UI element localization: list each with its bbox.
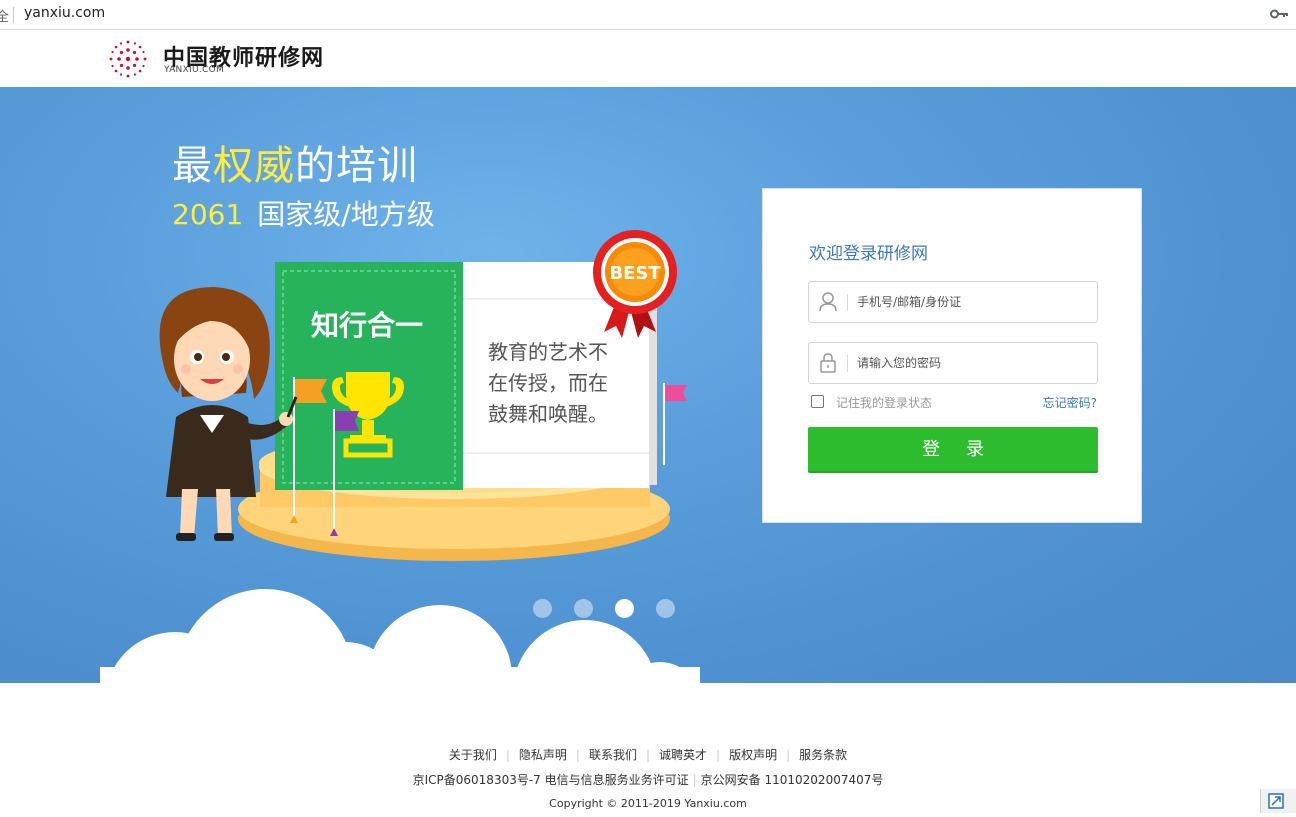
footer-link-about[interactable]: 关于我们 xyxy=(440,748,506,762)
clouds-decoration xyxy=(100,589,700,683)
footer-link-copyright[interactable]: 版权声明 xyxy=(720,748,786,762)
username-field[interactable] xyxy=(808,281,1098,323)
footer-link-terms[interactable]: 服务条款 xyxy=(790,748,856,762)
book-page-line3: 鼓舞和唤醒。 xyxy=(488,402,608,426)
logo-subtitle: YANXIU.COM xyxy=(164,65,225,75)
key-icon[interactable] xyxy=(1270,7,1288,21)
badge-text: BEST xyxy=(609,263,661,284)
login-panel: 欢迎登录研修网 记住我的登录状态 忘记密码? 登录 xyxy=(762,188,1142,523)
address-bar: 全 yanxiu.com xyxy=(0,0,1296,30)
user-icon xyxy=(819,292,837,312)
hero-banner: 最权威的培训 2061 国家级/地方级 知行合一 教育的艺术不 在传授，而在 鼓… xyxy=(0,87,1296,683)
book-page-line1: 教育的艺术不 xyxy=(488,340,608,364)
police-record[interactable]: 京公网安备 11010202007407号 xyxy=(701,773,884,787)
site-header: 中国教师研修网 YANXIU.COM xyxy=(0,31,1296,87)
banner-slogan: 最权威的培训 xyxy=(172,143,418,189)
password-field[interactable] xyxy=(808,342,1098,384)
footer-links: 关于我们 | 隐私声明 | 联系我们 | 诚聘英才 | 版权声明 | 服务条款 xyxy=(0,746,1296,763)
remember-checkbox[interactable] xyxy=(811,395,824,408)
password-input[interactable] xyxy=(857,351,1089,375)
login-button[interactable]: 登录 xyxy=(808,427,1098,473)
address-separator xyxy=(13,7,14,23)
login-title: 欢迎登录研修网 xyxy=(809,244,928,264)
remember-label: 记住我的登录状态 xyxy=(836,396,933,410)
forgot-password-link[interactable]: 忘记密码? xyxy=(1043,394,1097,411)
footer-link-careers[interactable]: 诚聘英才 xyxy=(650,748,716,762)
expand-icon xyxy=(1268,793,1284,809)
lock-icon xyxy=(820,353,836,373)
svg-text:教育的艺术不 在传授，而在 鼓舞和唤: 教育的艺术不 在传授，而在 鼓舞和唤醒。 xyxy=(488,340,614,426)
book-cover-text: 知行合一 xyxy=(311,309,423,342)
url-text[interactable]: yanxiu.com xyxy=(24,5,105,21)
banner-illustration: 知行合一 教育的艺术不 在传授，而在 鼓舞和唤醒。 BEST xyxy=(159,230,687,561)
footer-link-contact[interactable]: 联系我们 xyxy=(580,748,646,762)
book-page-line2: 在传授，而在 xyxy=(488,371,608,395)
logo-icon[interactable] xyxy=(106,37,150,81)
slogan-highlight: 权威 xyxy=(213,143,295,189)
icp-license[interactable]: 京ICP备06018303号-7 电信与信息服务业务许可证 xyxy=(413,773,689,787)
footer-link-privacy[interactable]: 隐私声明 xyxy=(510,748,576,762)
footer-icp: 京ICP备06018303号-7 电信与信息服务业务许可证 | 京公网安备 1101… xyxy=(412,773,884,787)
feedback-corner[interactable] xyxy=(1260,789,1296,813)
footer-copyright: Copyright © 2011-2019 Yanxiu.com xyxy=(549,797,747,810)
username-input[interactable] xyxy=(857,290,1089,314)
site-info-icon[interactable]: 全 xyxy=(0,6,9,25)
